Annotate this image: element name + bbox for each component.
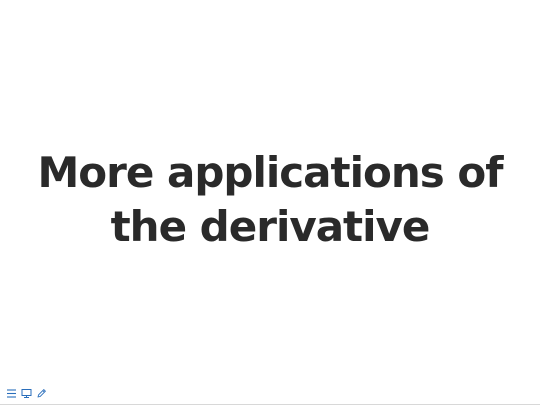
slide-title: More applications of the derivative — [37, 148, 504, 251]
speaker-notes-icon — [21, 388, 32, 399]
speaker-notes-button[interactable] — [20, 387, 32, 399]
menu-button[interactable] — [5, 387, 17, 399]
pen-icon — [36, 388, 47, 399]
menu-icon — [6, 388, 17, 399]
slide: More applications of the derivative — [0, 0, 540, 404]
pen-button[interactable] — [35, 387, 47, 399]
presentation-controls — [5, 387, 47, 399]
